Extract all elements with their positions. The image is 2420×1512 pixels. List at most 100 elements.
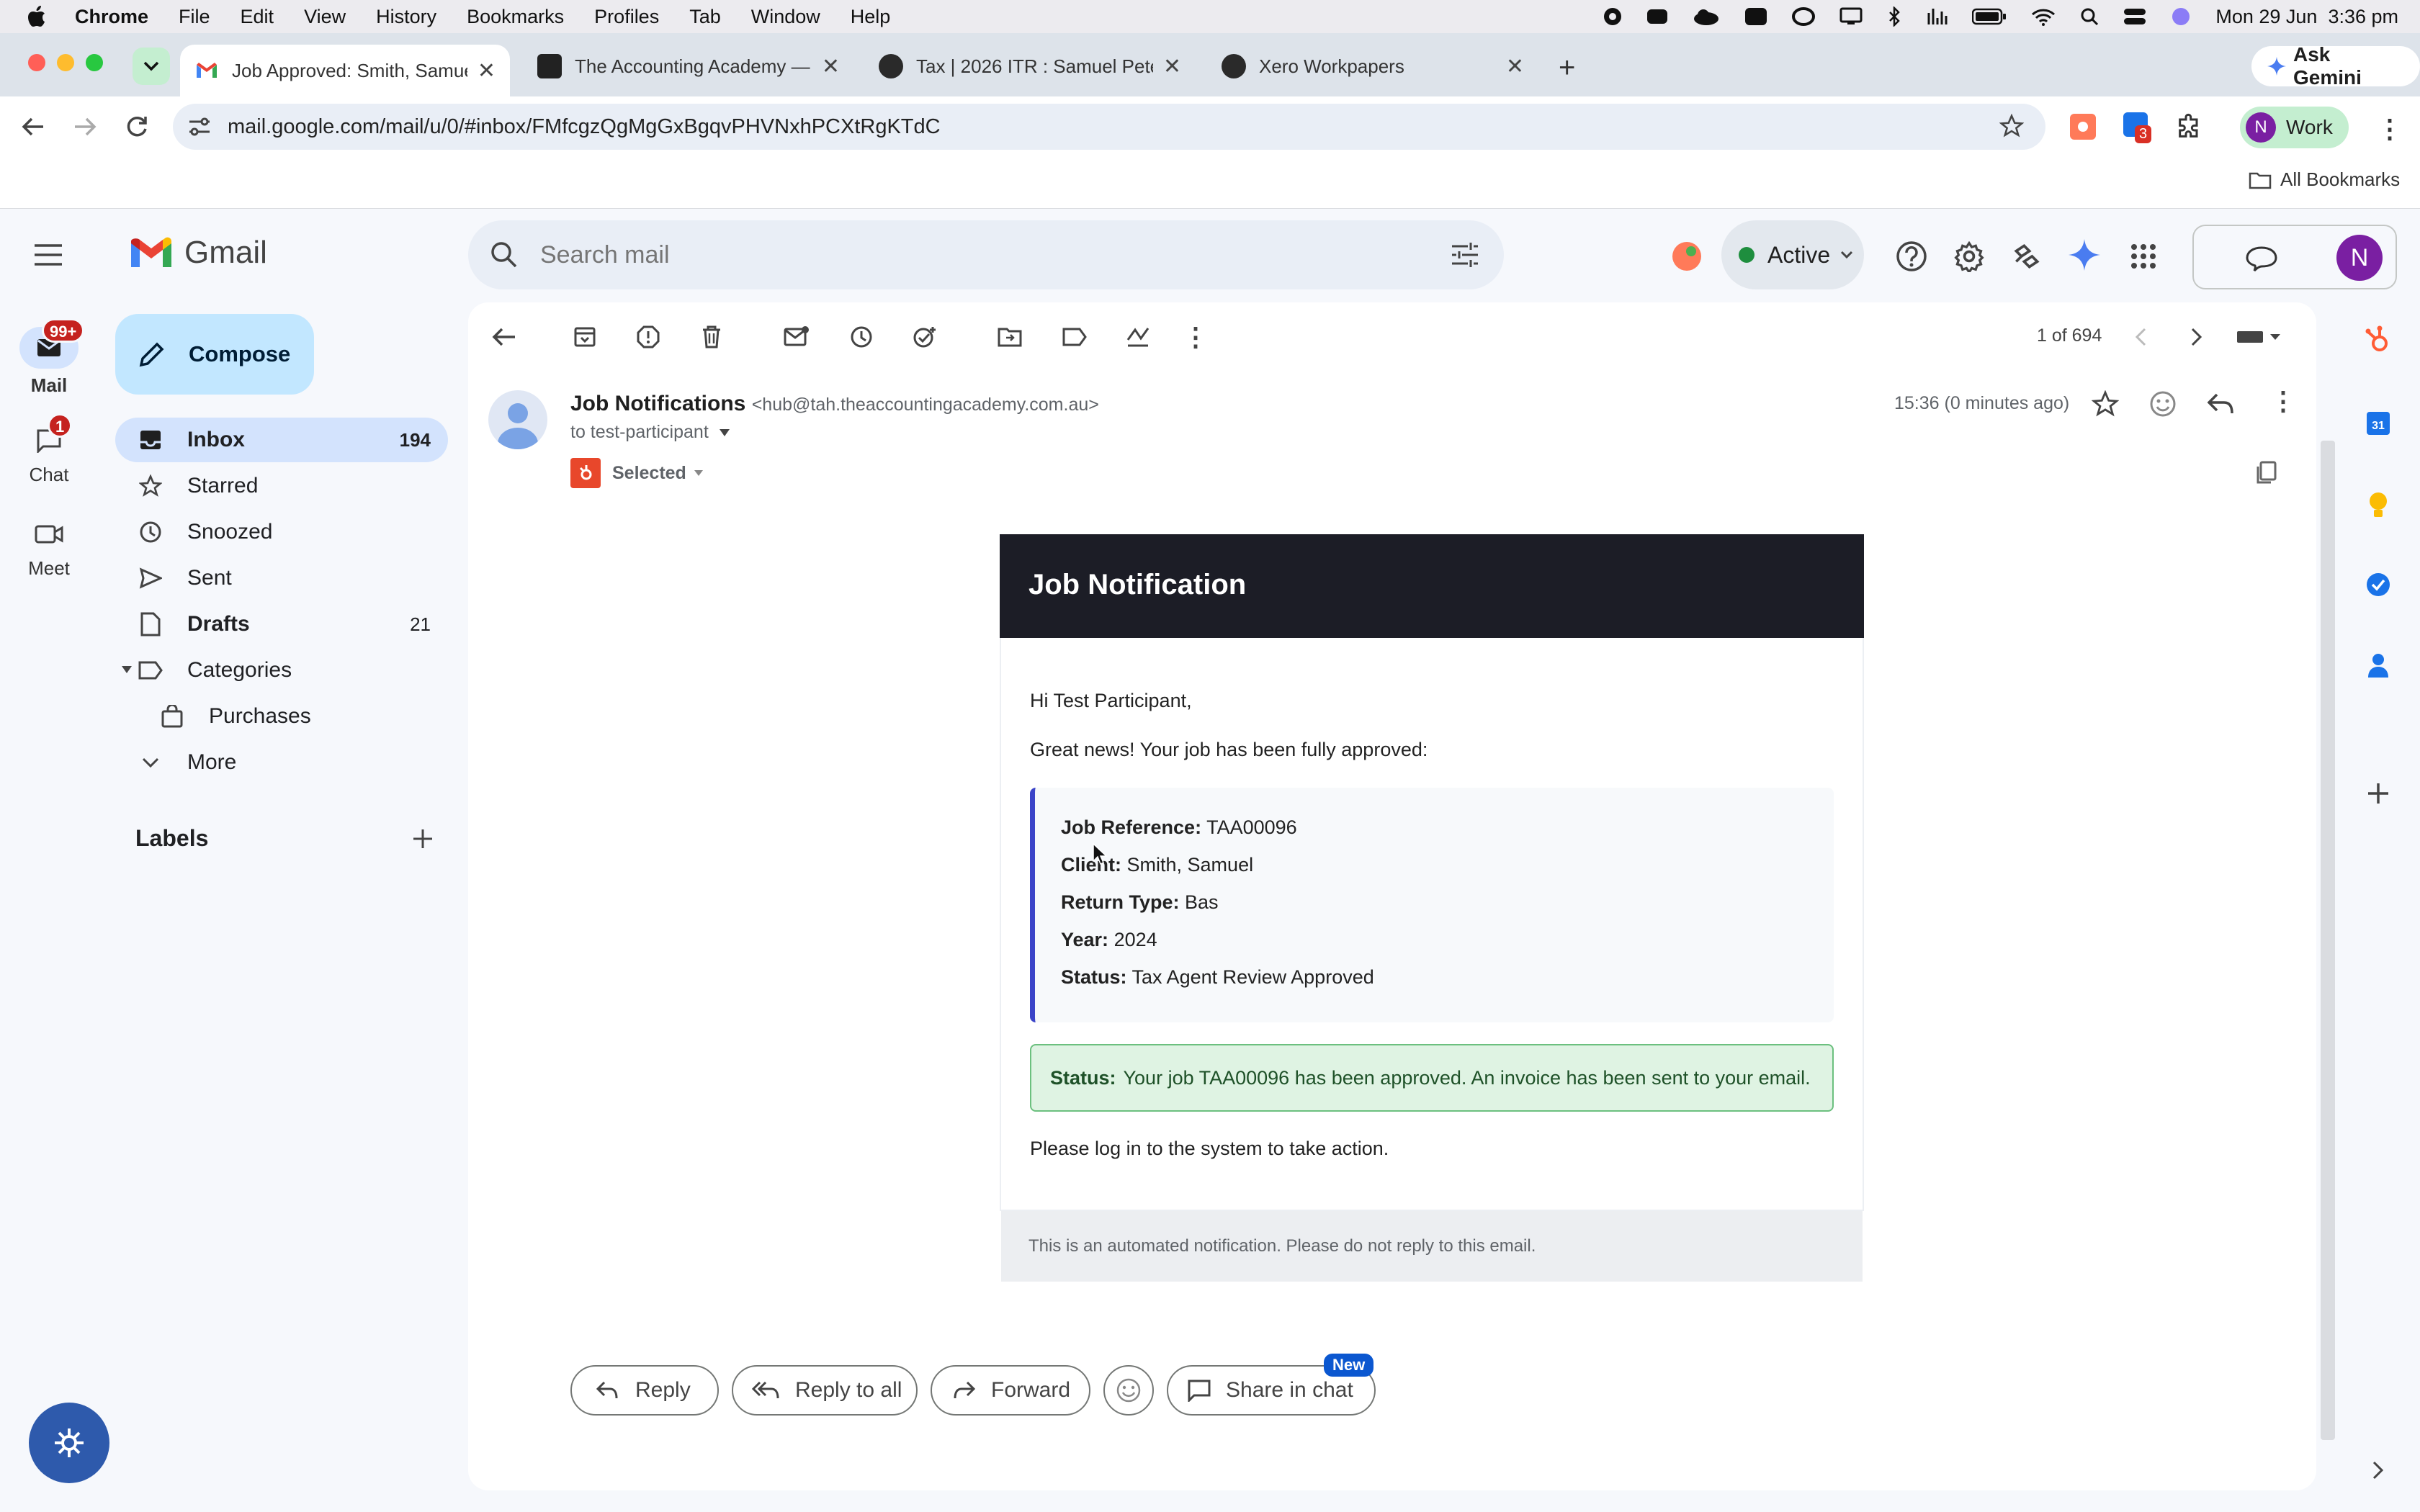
menu-app-name[interactable]: Chrome	[75, 6, 148, 28]
account-area[interactable]: N	[2192, 225, 2397, 289]
nav-item-purchases[interactable]: Purchases	[115, 694, 448, 739]
google-apps-icon[interactable]	[2130, 243, 2156, 269]
nav-item-more[interactable]: More	[115, 740, 448, 785]
label-tag-icon[interactable]	[1059, 321, 1090, 353]
all-bookmarks-button[interactable]: All Bookmarks	[2249, 168, 2400, 191]
older-chevron-icon[interactable]	[2190, 327, 2204, 347]
tab-search-button[interactable]	[133, 48, 170, 85]
emoji-reaction-icon[interactable]	[2149, 390, 2177, 418]
hubspot-sidekick-icon[interactable]	[1671, 240, 1703, 272]
star-bookmark-icon[interactable]	[1999, 114, 2024, 138]
add-label-icon[interactable]	[412, 828, 434, 850]
search-icon[interactable]	[490, 240, 519, 269]
menu-history[interactable]: History	[376, 6, 436, 28]
menu-window[interactable]: Window	[751, 6, 820, 28]
close-tab-icon[interactable]: ✕	[822, 54, 840, 79]
menu-file[interactable]: File	[179, 6, 210, 28]
compose-button[interactable]: Compose	[115, 314, 314, 395]
delete-trash-icon[interactable]	[696, 321, 727, 353]
spotlight-icon[interactable]	[2080, 7, 2099, 26]
search-bar[interactable]	[468, 220, 1504, 289]
status-dropdown[interactable]: Active	[1721, 220, 1864, 289]
wifi-icon[interactable]	[2031, 7, 2056, 26]
tasks-icon[interactable]	[2362, 569, 2394, 600]
profile-chip[interactable]: N Work	[2240, 107, 2349, 148]
rail-meet[interactable]: Meet	[0, 518, 98, 580]
apple-icon[interactable]	[27, 6, 46, 27]
hubspot-tracking-chip[interactable]: Selected	[570, 458, 704, 488]
add-to-tasks-icon[interactable]	[909, 321, 941, 353]
ask-gemini-button[interactable]: Ask Gemini	[2251, 43, 2420, 89]
gmail-logo[interactable]: Gmail	[128, 235, 267, 271]
new-tab-button[interactable]: +	[1559, 52, 1575, 84]
nav-item-sent[interactable]: Sent	[115, 556, 448, 600]
workflow-icon[interactable]	[1122, 321, 1154, 353]
menu-bookmarks[interactable]: Bookmarks	[467, 6, 564, 28]
calendar-icon[interactable]: 31	[2362, 408, 2394, 439]
control-center-icon[interactable]	[2123, 7, 2146, 26]
menu-edit[interactable]: Edit	[241, 6, 274, 28]
cloud-icon[interactable]	[1693, 8, 1720, 25]
hide-side-panel-chevron-icon[interactable]	[2362, 1454, 2394, 1486]
caret-down-icon[interactable]	[121, 665, 133, 674]
message-more-icon[interactable]: ⋮	[2270, 386, 2296, 416]
nav-item-starred[interactable]: Starred	[115, 464, 448, 508]
star-message-icon[interactable]	[2092, 390, 2119, 418]
back-to-inbox-icon[interactable]	[488, 321, 520, 353]
settings-gear-icon[interactable]	[1953, 240, 1985, 272]
snooze-clock-icon[interactable]	[846, 321, 877, 353]
support-widget-button[interactable]	[29, 1403, 109, 1483]
report-spam-icon[interactable]	[632, 321, 664, 353]
close-tab-icon[interactable]: ✕	[478, 58, 496, 84]
back-arrow-icon[interactable]	[20, 114, 46, 140]
menu-help[interactable]: Help	[851, 6, 891, 28]
tab-tax-itr[interactable]: Tax | 2026 ITR : Samuel Peter ✕	[864, 45, 1196, 88]
add-addon-icon[interactable]	[2362, 778, 2394, 809]
reply-icon[interactable]	[2207, 392, 2234, 416]
caret-down-icon[interactable]	[719, 428, 730, 437]
menu-tab[interactable]: Tab	[689, 6, 721, 28]
emoji-react-button[interactable]	[1103, 1365, 1154, 1416]
tab-accounting-academy[interactable]: The Accounting Academy — S ✕	[523, 45, 854, 88]
more-options-icon[interactable]: ⋮	[1180, 321, 1211, 353]
nav-item-drafts[interactable]: Drafts 21	[115, 602, 448, 647]
contacts-icon[interactable]	[2362, 649, 2394, 681]
keep-notes-icon[interactable]	[2362, 490, 2394, 521]
menubar-datetime[interactable]: Mon 29 Jun 3:36 pm	[2215, 6, 2398, 28]
sender-avatar[interactable]	[488, 390, 547, 449]
tab-xero-workpapers[interactable]: Xero Workpapers ✕	[1207, 45, 1538, 88]
site-info-icon[interactable]	[187, 115, 212, 138]
sender-name[interactable]: Job Notifications	[570, 392, 745, 415]
record-icon[interactable]	[1603, 7, 1622, 26]
reply-all-button[interactable]: Reply to all	[732, 1365, 918, 1416]
move-to-folder-icon[interactable]	[994, 321, 1026, 353]
main-menu-icon[interactable]	[33, 243, 63, 266]
puzzle-extensions-icon[interactable]	[2175, 112, 2204, 141]
hubspot-sidebar-icon[interactable]	[2362, 324, 2394, 356]
close-tab-icon[interactable]: ✕	[1163, 54, 1181, 79]
siri-icon[interactable]	[2171, 6, 2191, 27]
menu-view[interactable]: View	[304, 6, 346, 28]
forward-arrow-icon[interactable]	[72, 114, 98, 140]
close-tab-icon[interactable]: ✕	[1506, 54, 1524, 79]
apps-script-icon[interactable]	[2011, 240, 2043, 272]
address-bar[interactable]: mail.google.com/mail/u/0/#inbox/FMfcgzQg…	[173, 104, 2045, 150]
mark-unread-icon[interactable]	[781, 321, 812, 353]
bluetooth-icon[interactable]	[1887, 6, 1901, 27]
nav-item-categories[interactable]: Categories	[115, 648, 448, 693]
rail-chat[interactable]: Chat	[0, 425, 98, 486]
nav-item-inbox[interactable]: Inbox 194	[115, 418, 448, 462]
close-window-button[interactable]	[27, 53, 46, 72]
minimize-window-button[interactable]	[56, 53, 75, 72]
battery-icon[interactable]	[1972, 8, 2007, 25]
search-input[interactable]	[540, 240, 1332, 269]
newer-chevron-icon[interactable]	[2133, 327, 2148, 347]
search-filters-icon[interactable]	[1451, 242, 1479, 268]
print-copy-icon[interactable]	[2256, 461, 2277, 484]
reload-icon[interactable]	[124, 114, 150, 140]
app-icon[interactable]	[1646, 7, 1668, 26]
scrollbar-thumb[interactable]	[2321, 441, 2335, 1440]
nav-item-snoozed[interactable]: Snoozed	[115, 510, 448, 554]
account-avatar[interactable]: N	[2336, 235, 2383, 281]
maximize-window-button[interactable]	[85, 53, 104, 72]
